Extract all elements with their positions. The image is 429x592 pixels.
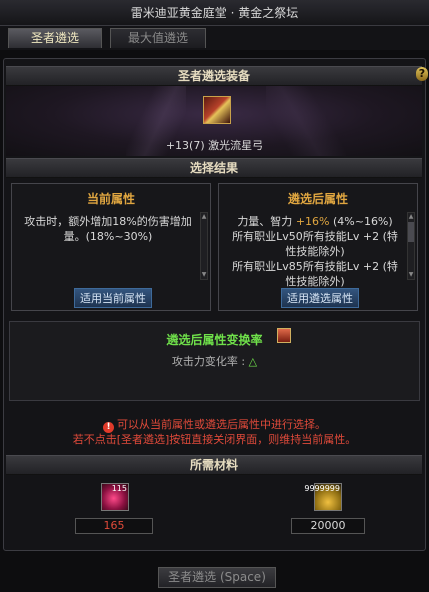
tab-bar: 圣者遴选 最大值遴选 (0, 26, 429, 50)
scroll-up-icon[interactable]: ▲ (408, 213, 414, 221)
apply-selection-button[interactable]: 适用遴选属性 (281, 288, 359, 308)
conversion-title: 遴选后属性变换率 (166, 333, 263, 347)
after-attributes-title: 遴选后属性 (287, 192, 348, 206)
attack-change-label: 攻击力变化率 : (171, 355, 249, 368)
after-attribute-line: 所有职业Lv85所有技能Lv +2 (特性技能除外) (232, 260, 398, 288)
current-attributes-box: 当前属性 攻击时，额外增加18%的伤害增加量。(18%~30%) ▲ ▼ 适用当… (11, 183, 211, 311)
triangle-icon: △ (248, 355, 258, 368)
apply-current-button[interactable]: 适用当前属性 (74, 288, 152, 308)
pink-orb-icon[interactable]: 115 (101, 483, 129, 511)
bow-item-icon[interactable] (203, 96, 231, 124)
note-text: 可以从当前属性或遴选后属性中进行选择。 (117, 418, 326, 431)
scroll-note-icon[interactable] (277, 328, 291, 343)
window-title-bar: 雷米迪亚黄金庭堂 · 黄金之祭坛 (0, 0, 429, 26)
current-attribute-text: 攻击时，额外增加18%的伤害增加量。(18%~30%) (24, 215, 192, 243)
attr-range: (4%~16%) (329, 215, 393, 228)
materials-section-title: 所需材料 (6, 455, 422, 475)
material-badge: 9999999 (304, 484, 340, 493)
current-attributes-title: 当前属性 (86, 192, 135, 206)
scroll-up-icon[interactable]: ▲ (201, 213, 207, 221)
results-section-title: 选择结果 (6, 158, 422, 178)
attr-label: 力量、智力 (237, 215, 296, 228)
scroll-thumb[interactable] (408, 222, 414, 242)
material-count: 165 (75, 518, 153, 534)
scroll-down-icon[interactable]: ▼ (408, 271, 414, 279)
material-count: 20000 (291, 518, 365, 534)
saint-selection-button[interactable]: 圣者遴选 (Space) (158, 567, 276, 588)
after-attribute-line: 所有职业Lv50所有技能Lv +2 (特性技能除外) (232, 230, 398, 258)
attr-value: +16% (295, 215, 330, 228)
after-attribute-lines: 力量、智力 +16% (4%~16%) 所有职业Lv50所有技能Lv +2 (特… (227, 214, 403, 289)
window-title: 雷米迪亚黄金庭堂 · 黄金之祭坛 (130, 6, 299, 20)
scroll-down-icon[interactable]: ▼ (201, 271, 207, 279)
tab-max-value-selection[interactable]: 最大值遴选 (110, 28, 206, 48)
item-name: +13(7) 激光流星弓 (165, 139, 264, 152)
material-badge: 115 (111, 484, 127, 493)
equipment-section-title: 圣者遴选装备 (6, 66, 422, 86)
help-icon[interactable]: ? (416, 67, 428, 81)
after-scrollbar[interactable]: ▲ ▼ (407, 212, 415, 280)
tab-saint-selection[interactable]: 圣者遴选 (8, 28, 102, 48)
after-attributes-box: 遴选后属性 力量、智力 +16% (4%~16%) 所有职业Lv50所有技能Lv… (218, 183, 418, 311)
gold-coins-icon[interactable]: 9999999 (304, 483, 342, 511)
attack-change-rate: 攻击力变化率 : △ (0, 353, 429, 369)
after-attribute-line: 力量、智力 +16% (4%~16%) (227, 214, 403, 229)
current-scrollbar[interactable]: ▲ ▼ (200, 212, 208, 280)
note-line: 若不点击[圣者遴选]按钮直接关闭界面，则维持当前属性。 (72, 433, 357, 446)
